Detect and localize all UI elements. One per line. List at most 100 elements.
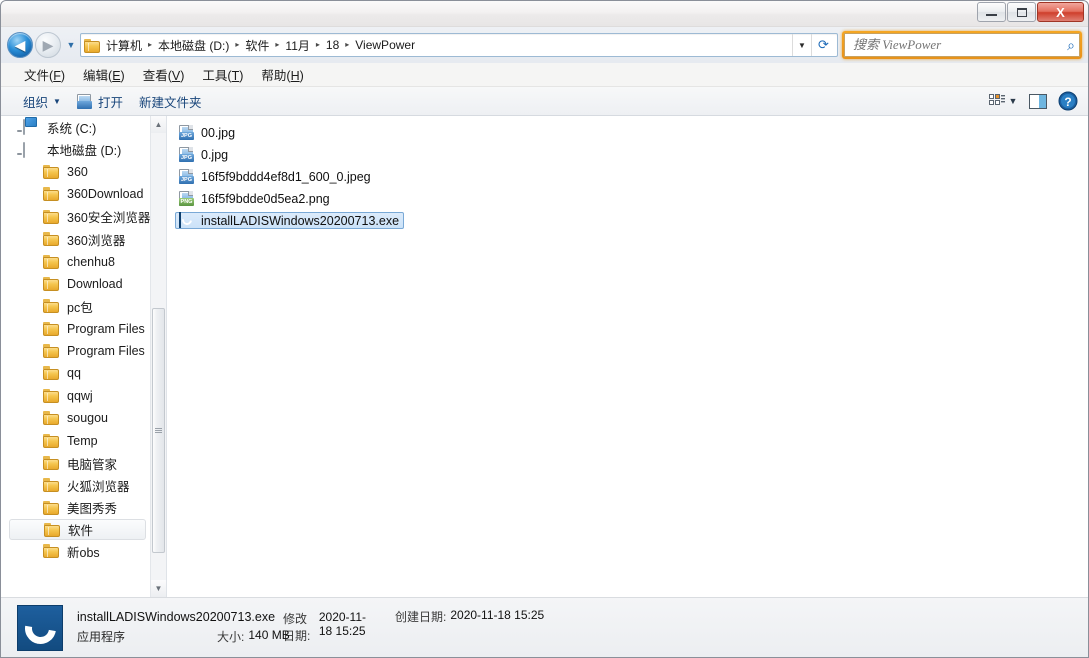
recent-pages-dropdown[interactable]: ▼ [63, 32, 79, 58]
search-input[interactable] [853, 37, 1064, 53]
file-item[interactable]: installLADISWindows20200713.exe [175, 211, 405, 229]
help-icon: ? [1058, 91, 1078, 111]
close-button[interactable]: X [1037, 2, 1084, 22]
breadcrumb-separator-icon[interactable]: ▸ [273, 41, 281, 49]
maximize-icon [1016, 7, 1027, 17]
sidebar-item-label: 360浏览器 [67, 233, 126, 248]
sidebar-item[interactable]: 电脑管家 [1, 452, 150, 474]
preview-pane-button[interactable] [1024, 90, 1052, 112]
scrollbar-thumb[interactable] [152, 308, 165, 553]
breadcrumb-item[interactable]: 18 [322, 36, 343, 54]
scroll-up-button[interactable]: ▲ [151, 116, 166, 133]
minimize-button[interactable] [977, 2, 1006, 22]
sidebar-item[interactable]: 火狐浏览器 [1, 474, 150, 496]
file-list[interactable]: JPG 00.jpg JPG 0.jpg JPG 16f5f9bddd4ef8d1_600… [167, 116, 1088, 597]
sidebar-item-label: 电脑管家 [67, 457, 118, 472]
explorer-body: 系统 (C:) 本地磁盘 (D:) 360 360Download 360安全浏览器 36… [1, 116, 1088, 597]
breadcrumb-separator-icon[interactable]: ▸ [314, 41, 322, 49]
file-item[interactable]: JPG 16f5f9bddd4ef8d1_600_0.jpeg [175, 168, 376, 185]
file-list-row: JPG 00.jpg [175, 124, 1088, 146]
menu-item[interactable]: 编辑(E) [74, 63, 134, 86]
forward-arrow-icon: ▶ [42, 37, 54, 53]
folder-icon [43, 388, 62, 404]
breadcrumb-separator-icon[interactable]: ▸ [233, 41, 241, 49]
sidebar-item-label: qq [67, 366, 81, 381]
help-button[interactable]: ? [1054, 90, 1082, 112]
search-box[interactable]: ⌕ [844, 33, 1080, 57]
breadcrumb-item[interactable]: ViewPower [351, 36, 419, 54]
menu-item[interactable]: 查看(V) [134, 63, 194, 86]
file-item[interactable]: PNG 16f5f9bdde0d5ea2.png [175, 190, 335, 207]
menu-item-accelerator: (T) [227, 69, 244, 83]
sidebar-item[interactable]: 美图秀秀 [1, 497, 150, 519]
accelerator-key: V [171, 69, 181, 83]
sidebar-item[interactable]: 360Download [1, 183, 150, 205]
details-pane: installLADISWindows20200713.exe 修改日期: 20… [1, 597, 1088, 657]
breadcrumb-item[interactable]: 本地磁盘 (D:) [154, 35, 233, 56]
refresh-button[interactable]: ⟳ [811, 34, 835, 56]
breadcrumb-item[interactable]: 11月 [281, 35, 313, 56]
new-folder-button[interactable]: 新建文件夹 [131, 89, 210, 114]
sidebar-item[interactable]: pc包 [1, 295, 150, 317]
chevron-down-icon: ▼ [798, 40, 806, 50]
menu-item[interactable]: 文件(F) [15, 63, 74, 86]
search-icon[interactable]: ⌕ [1063, 37, 1075, 54]
organize-button[interactable]: 组织 ▼ [15, 89, 69, 114]
navigation-scrollbar[interactable]: ▲ ▼ [150, 116, 166, 597]
back-button[interactable]: ◀ [7, 32, 33, 58]
forward-button[interactable]: ▶ [35, 32, 61, 58]
file-item[interactable]: JPG 0.jpg [175, 146, 233, 163]
open-label: 打开 [97, 95, 123, 110]
open-button[interactable]: 打开 [69, 89, 131, 114]
breadcrumb-item[interactable]: 软件 [241, 35, 273, 56]
maximize-button[interactable] [1007, 2, 1036, 22]
breadcrumb-item[interactable]: 计算机 [102, 35, 146, 56]
created-date-label: 创建日期: [395, 609, 447, 624]
folder-icon [44, 522, 63, 538]
sidebar-item[interactable]: qq [1, 362, 150, 384]
sidebar-item[interactable]: 360浏览器 [1, 228, 150, 250]
search-box-focused[interactable]: ⌕ [842, 31, 1082, 59]
breadcrumb-address-field[interactable]: 计算机 ▸ 本地磁盘 (D:) ▸ 软件 ▸ 11月 ▸ 18 ▸ ViewPower ▼ ⟳ [80, 33, 838, 57]
menu-item[interactable]: 工具(T) [193, 63, 252, 86]
menu-item-accelerator: (E) [108, 69, 125, 83]
folder-icon [43, 433, 62, 449]
file-item[interactable]: JPG 00.jpg [175, 124, 240, 141]
sidebar-item[interactable]: Download [1, 273, 150, 295]
sidebar-item[interactable]: 软件 [9, 519, 146, 541]
sidebar-item[interactable]: 本地磁盘 (D:) [1, 138, 150, 160]
title-bar: X [1, 1, 1088, 27]
details-row-secondary: 应用程序 大小: 140 MB [77, 628, 1076, 648]
breadcrumb-separator-icon[interactable]: ▸ [343, 41, 351, 49]
details-type-group: 应用程序 大小: 140 MB [77, 628, 377, 645]
menu-item-label: 帮助 [261, 69, 287, 83]
sidebar-item-label: pc包 [67, 300, 93, 315]
sidebar-item[interactable]: Program Files [1, 318, 150, 340]
folder-tree: 系统 (C:) 本地磁盘 (D:) 360 360Download 360安全浏览器 36… [1, 116, 150, 597]
change-view-button[interactable]: ▼ [984, 90, 1022, 112]
sidebar-item[interactable]: Temp [1, 429, 150, 451]
sidebar-item[interactable]: sougou [1, 407, 150, 429]
sidebar-item-label: Program Files [67, 344, 145, 359]
sidebar-item[interactable]: chenhu8 [1, 250, 150, 272]
folder-icon [43, 410, 62, 426]
jpg-file-icon: JPG [179, 124, 196, 141]
folder-icon [43, 321, 62, 337]
folder-icon [43, 543, 62, 559]
address-dropdown-button[interactable]: ▼ [792, 34, 811, 56]
chevron-down-icon: ▼ [1008, 96, 1018, 106]
sidebar-item[interactable]: 360 [1, 161, 150, 183]
breadcrumb-separator-icon[interactable]: ▸ [146, 41, 154, 49]
sidebar-item-label: 新obs [67, 545, 100, 560]
view-layout-icon [988, 94, 1005, 105]
chevron-down-icon: ▼ [66, 40, 76, 50]
folder-icon [43, 500, 62, 516]
sidebar-item[interactable]: 360安全浏览器 [1, 206, 150, 228]
sidebar-item[interactable]: 新obs [1, 540, 150, 562]
sidebar-item[interactable]: qqwj [1, 385, 150, 407]
sidebar-item[interactable]: Program Files [1, 340, 150, 362]
scroll-down-button[interactable]: ▼ [151, 580, 166, 597]
menu-item[interactable]: 帮助(H) [252, 63, 312, 86]
sidebar-item[interactable]: 系统 (C:) [1, 116, 150, 138]
file-list-row: PNG 16f5f9bdde0d5ea2.png [175, 190, 1088, 212]
